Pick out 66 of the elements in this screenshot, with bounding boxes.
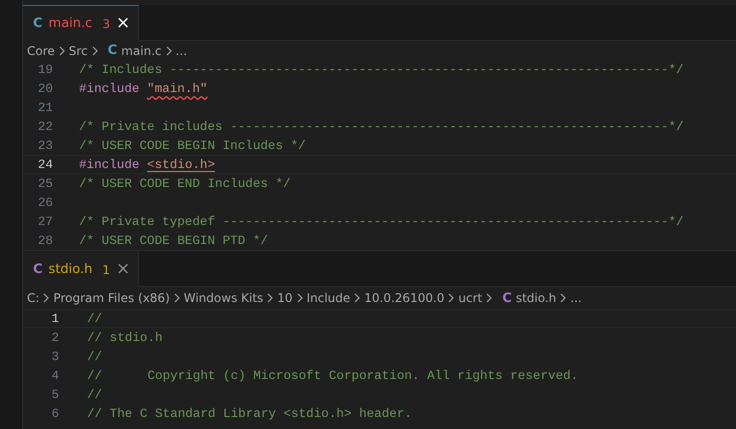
code-line: #include <stdio.h>	[79, 157, 216, 173]
breadcrumb-item[interactable]: 10.0.26100.0	[364, 291, 444, 305]
chevron-icon	[58, 46, 65, 56]
chevron-icon	[560, 293, 566, 303]
line-number: 23	[36, 138, 53, 154]
c-file-icon: C	[33, 262, 43, 277]
line-number: 27	[36, 214, 53, 230]
line-number: 1	[50, 311, 59, 327]
tab-label: main.c	[48, 16, 92, 31]
breadcrumb-item[interactable]: 10	[277, 291, 293, 305]
code-line: // The C Standard Library <stdio.h> header.	[87, 406, 412, 422]
breadcrumb-item[interactable]: ...	[176, 44, 188, 58]
problem-count: 3	[102, 16, 110, 30]
code-line: // stdio.h	[87, 330, 163, 346]
c-file-icon: C	[33, 16, 43, 31]
breadcrumb-item[interactable]: Windows Kits	[184, 291, 264, 305]
c-file-icon: C	[108, 43, 118, 58]
breadcrumb-item[interactable]: ...	[570, 291, 582, 305]
code-line: /* Private typedef -----------------------------------------------------------*/	[79, 214, 684, 230]
close-button[interactable]: ×	[116, 15, 130, 32]
chevron-icon	[354, 293, 360, 303]
chevron-icon	[92, 46, 98, 56]
line-number: 28	[36, 233, 53, 249]
breadcrumb-item[interactable]: stdio.h	[516, 291, 556, 305]
line-number: 25	[36, 176, 53, 192]
code-line: //	[87, 311, 102, 327]
c-file-icon: C	[502, 290, 512, 306]
chevron-icon	[486, 293, 492, 303]
breadcrumb-item[interactable]: ucrt	[458, 291, 482, 305]
code-line: /* USER CODE END Includes */	[79, 176, 291, 192]
code-line: #include "main.h"	[79, 81, 208, 97]
breadcrumb-item[interactable]: Program Files (x86)	[53, 291, 170, 305]
breadcrumb-item[interactable]: Core	[27, 44, 55, 58]
line-number: 6	[50, 406, 59, 422]
editor-tab[interactable]: C stdio.h 1 ×	[23, 251, 140, 287]
line-number: 20	[36, 81, 53, 97]
editor-tab[interactable]: C main.c 3 ×	[23, 5, 140, 41]
code-line: /* Includes ------------------------------------------------------------------*/	[79, 62, 684, 78]
chevron-icon	[43, 293, 50, 303]
code-line: //	[87, 349, 102, 365]
code-line: // Copyright (c) Microsoft Corporation. All rights reserved.	[87, 368, 578, 384]
code-line: /* Private includes ----------------------------------------------------------*/	[79, 119, 684, 135]
line-number: 4	[50, 368, 59, 384]
line-number: 3	[50, 349, 59, 365]
code-line: //	[87, 387, 102, 403]
breadcrumb-item[interactable]: Include	[306, 291, 350, 305]
line-number: 2	[50, 330, 59, 346]
chevron-icon	[296, 293, 303, 303]
close-button[interactable]: ×	[116, 261, 130, 278]
line-number: 5	[50, 387, 59, 403]
line-number: 19	[36, 62, 53, 78]
line-number: 26	[36, 195, 53, 211]
chevron-icon	[267, 293, 274, 303]
chevron-icon	[174, 293, 180, 303]
chevron-icon	[166, 46, 172, 56]
breadcrumb-item[interactable]: C:	[27, 291, 40, 305]
chevron-icon	[448, 293, 454, 303]
code-line: /* USER CODE BEGIN PTD */	[79, 233, 268, 249]
breadcrumb-item[interactable]: main.c	[121, 44, 162, 58]
line-number: 21	[36, 100, 53, 116]
problem-count: 1	[102, 262, 110, 276]
line-number: 22	[36, 119, 53, 135]
tab-label: stdio.h	[48, 262, 92, 277]
code-line: /* USER CODE BEGIN Includes */	[79, 138, 306, 154]
line-number: 24	[36, 157, 53, 173]
breadcrumb-item[interactable]: Src	[68, 44, 88, 58]
